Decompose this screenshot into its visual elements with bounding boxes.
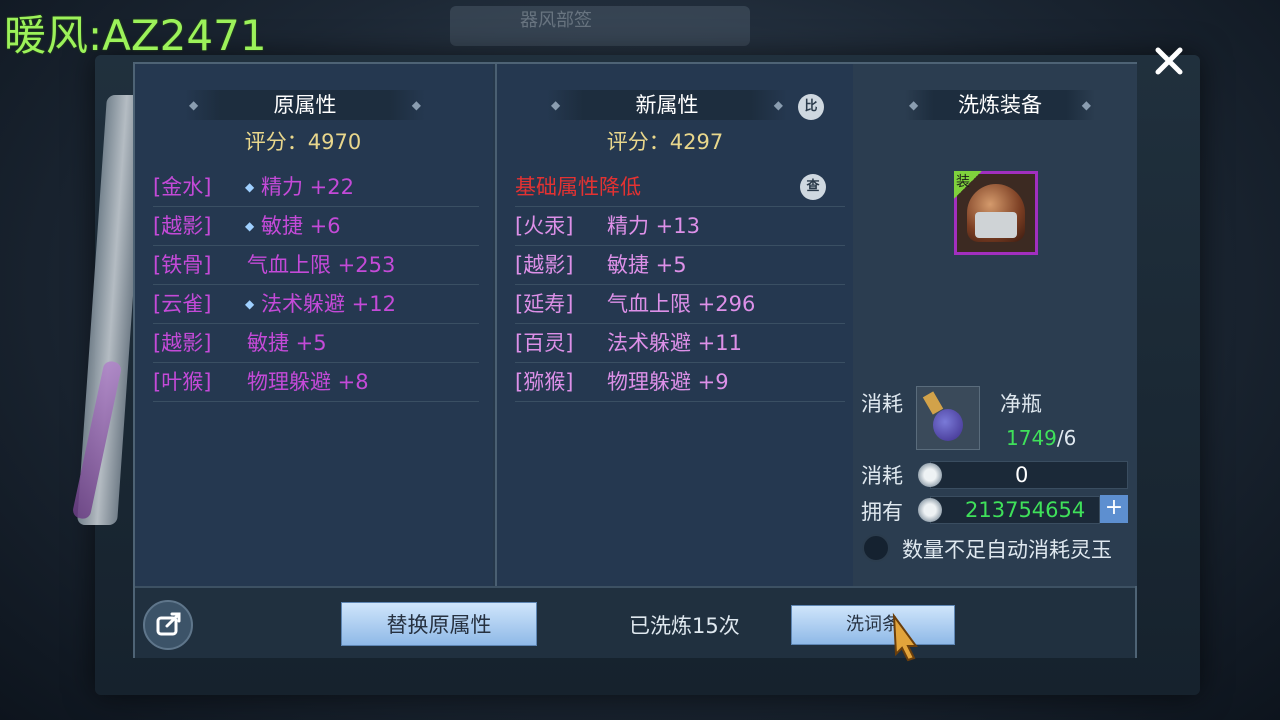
consume-item-slot[interactable] (916, 386, 980, 450)
equipped-badge-text: 装 (956, 174, 970, 190)
attribute-tag: [火汞] (515, 214, 574, 238)
share-button[interactable] (143, 600, 193, 650)
pointer-cursor-icon (892, 612, 918, 662)
background-tab (450, 6, 750, 46)
attribute-value: 物理躲避 +8 (247, 370, 369, 394)
diamond-icon: ◆ (245, 180, 255, 194)
attribute-value: 精力 +13 (607, 214, 700, 238)
old-attributes-header: 原属性 (185, 90, 425, 120)
old-score-label: 评分： (244, 130, 308, 154)
attribute-tag: [百灵] (515, 331, 574, 355)
diamond-icon: ◆ (245, 297, 255, 311)
auto-consume-toggle[interactable] (862, 534, 890, 562)
attribute-tag: [叶猴] (153, 370, 212, 394)
bottom-bar: 替换原属性 已洗炼15次 洗词条 (135, 586, 1135, 658)
auto-consume-label: 数量不足自动消耗灵玉 (902, 538, 1112, 562)
old-attribute-row: [金水] ◆ 精力 +22 (153, 168, 479, 207)
attribute-tag: [延寿] (515, 292, 574, 316)
new-score: 评分：4297 (497, 126, 833, 156)
old-attribute-row: [越影] ◆ 敏捷 +6 (153, 207, 479, 246)
warning-row: 基础属性降低 (515, 168, 845, 207)
attribute-value: 气血上限 +253 (247, 253, 396, 277)
attribute-tag: [猕猴] (515, 370, 574, 394)
equipment-slot[interactable]: 装 (954, 171, 1038, 255)
diamond-icon: ◆ (245, 219, 255, 233)
new-attribute-row: [百灵] 法术躲避 +11 (515, 324, 845, 363)
coin-icon (918, 463, 942, 487)
attribute-value: 物理躲避 +9 (607, 370, 729, 394)
attribute-tag: [越影] (153, 214, 212, 238)
new-attribute-row: [猕猴] 物理躲避 +9 (515, 363, 845, 402)
attribute-tag: [越影] (153, 331, 212, 355)
old-score: 评分：4970 (135, 126, 471, 156)
background-tab-text: 器风部签 (520, 10, 592, 31)
attribute-tag: [金水] (153, 175, 212, 199)
new-attribute-row: [延寿] 气血上限 +296 (515, 285, 845, 324)
old-attribute-row: [越影] 敏捷 +5 (153, 324, 479, 363)
coin-consume-bar: 0 (930, 461, 1128, 489)
new-attributes-column: 新属性 比 评分：4297 基础属性降低 查 [火汞] 精力 +13 [越影] 敏捷 … (495, 64, 853, 586)
attribute-value: 敏捷 +6 (261, 214, 341, 238)
attribute-tag: [铁骨] (153, 253, 212, 277)
details-icon[interactable]: 查 (800, 174, 826, 200)
watermark: 暖风:AZ2471 (4, 11, 267, 60)
attribute-tag: [云雀] (153, 292, 212, 316)
attribute-value: 法术躲避 +12 (261, 292, 396, 316)
attribute-tag: [越影] (515, 253, 574, 277)
attribute-value: 敏捷 +5 (247, 331, 327, 355)
add-currency-button[interactable]: + (1100, 495, 1128, 523)
coin-icon (918, 498, 942, 522)
new-attribute-row: [火汞] 精力 +13 (515, 207, 845, 246)
coin-consume-label: 消耗 (861, 464, 903, 488)
equipped-badge: 装 (954, 171, 982, 199)
refine-panel: 原属性 评分：4970 [金水]◆精力 +22[越影]◆敏捷 +6[铁骨]气血上… (133, 62, 1137, 658)
consume-label: 消耗 (861, 392, 903, 416)
attribute-value: 气血上限 +296 (607, 292, 756, 316)
own-bar: 213754654 (930, 496, 1100, 524)
consume-item-name: 净瓶 (1000, 392, 1042, 416)
attribute-value: 法术躲避 +11 (607, 331, 742, 355)
new-attribute-row: [越影] 敏捷 +5 (515, 246, 845, 285)
new-attributes-header: 新属性 (547, 90, 787, 120)
new-score-label: 评分： (606, 130, 670, 154)
old-score-value: 4970 (307, 130, 362, 154)
refine-count: 已洗炼15次 (629, 614, 740, 638)
attribute-value: 精力 +22 (261, 175, 354, 199)
replace-attributes-button[interactable]: 替换原属性 (341, 602, 537, 646)
own-label: 拥有 (861, 500, 903, 524)
consume-item-need: /6 (1056, 426, 1077, 450)
compare-icon[interactable]: 比 (798, 94, 824, 120)
refine-header: 洗炼装备 (905, 90, 1095, 120)
share-icon (156, 612, 181, 636)
bottle-icon (933, 409, 963, 441)
old-attribute-row: [铁骨] 气血上限 +253 (153, 246, 479, 285)
old-attribute-row: [叶猴] 物理躲避 +8 (153, 363, 479, 402)
warning-text: 基础属性降低 (515, 175, 641, 199)
new-score-value: 4297 (669, 130, 724, 154)
old-attribute-row: [云雀] ◆ 法术躲避 +12 (153, 285, 479, 324)
consume-item-amount: 1749/6 (1006, 426, 1076, 450)
helmet-visor (975, 212, 1017, 238)
consume-item-have: 1749 (1006, 426, 1057, 450)
attribute-value: 敏捷 +5 (607, 253, 687, 277)
wash-entries-button[interactable]: 洗词条 (791, 605, 955, 645)
own-value: 213754654 (965, 498, 1086, 522)
coin-consume-value: 0 (1015, 463, 1029, 487)
close-icon[interactable] (1150, 42, 1188, 80)
old-attributes-column: 原属性 评分：4970 [金水] ◆ 精力 +22 [越影] ◆ 敏捷 +6 [铁骨] 气血上… (135, 64, 493, 586)
